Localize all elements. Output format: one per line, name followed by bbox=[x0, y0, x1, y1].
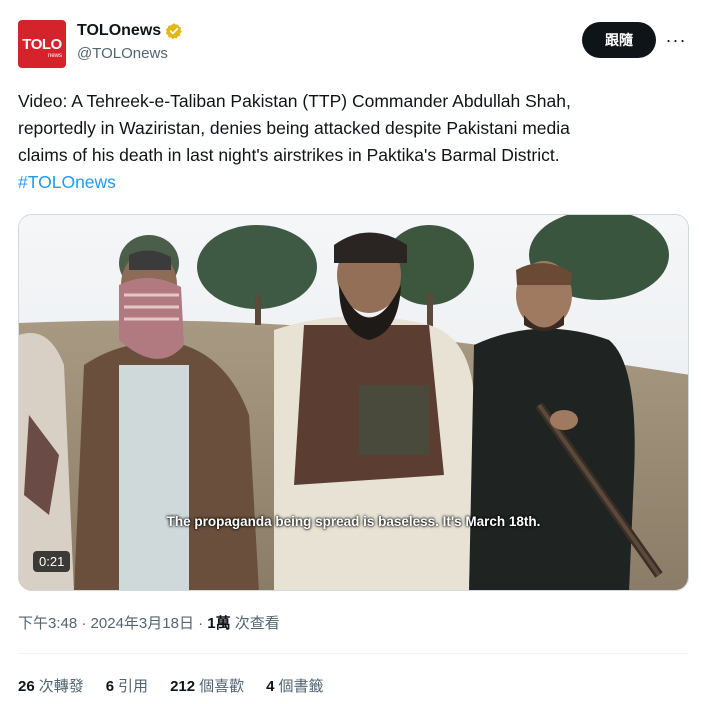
tweet-header: TOLO news TOLOnews @TOLOnews 跟隨 ··· bbox=[18, 20, 688, 70]
more-options-icon[interactable]: ··· bbox=[664, 28, 688, 52]
avatar-logo-subtext: news bbox=[47, 53, 62, 59]
tweet-date[interactable]: 2024年3月18日 bbox=[91, 615, 194, 632]
retweets-stat[interactable]: 26 次轉發 bbox=[18, 675, 84, 696]
tweet-time[interactable]: 下午3:48 bbox=[18, 615, 77, 632]
tweet-meta: 下午3:48 · 2024年3月18日 · 1萬 次查看 bbox=[18, 612, 280, 633]
author-handle[interactable]: @TOLOnews bbox=[77, 45, 183, 62]
quotes-stat[interactable]: 6 引用 bbox=[106, 675, 148, 696]
author-display-name[interactable]: TOLOnews bbox=[77, 22, 161, 40]
follow-button[interactable]: 跟隨 bbox=[582, 22, 656, 58]
video-frame bbox=[19, 215, 688, 590]
bookmarks-count: 4 bbox=[266, 678, 275, 695]
engagement-stats: 26 次轉發 6 引用 212 個喜歡 4 個書籤 bbox=[18, 675, 345, 696]
video-duration-badge: 0:21 bbox=[33, 551, 71, 572]
bookmarks-stat[interactable]: 4 個書籤 bbox=[266, 675, 323, 696]
quotes-count: 6 bbox=[105, 678, 115, 695]
likes-count: 212 bbox=[170, 678, 196, 695]
quotes-label: 引用 bbox=[118, 678, 149, 695]
divider bbox=[18, 653, 688, 654]
views-count: 1萬 bbox=[207, 615, 231, 632]
meta-separator: · bbox=[193, 615, 208, 632]
views-label: 次查看 bbox=[230, 615, 280, 632]
avatar[interactable]: TOLO news bbox=[18, 20, 66, 68]
verified-badge-icon bbox=[165, 22, 183, 40]
retweets-label: 次轉發 bbox=[38, 678, 84, 695]
avatar-logo-text: TOLO bbox=[22, 35, 62, 53]
likes-stat[interactable]: 212 個喜歡 bbox=[170, 675, 244, 696]
video-player[interactable]: The propaganda being spread is baseless.… bbox=[18, 214, 689, 591]
video-caption: The propaganda being spread is baseless.… bbox=[166, 514, 541, 529]
meta-separator: · bbox=[77, 615, 91, 632]
tweet-text-line: claims of his death in last night's airs… bbox=[18, 145, 560, 165]
likes-label: 個喜歡 bbox=[199, 678, 245, 695]
retweets-count: 26 bbox=[18, 678, 35, 695]
hashtag-link[interactable]: #TOLOnews bbox=[18, 169, 686, 196]
author-names: TOLOnews @TOLOnews bbox=[77, 22, 183, 62]
author-display-name-row[interactable]: TOLOnews bbox=[77, 22, 183, 40]
tweet-text-line: reportedly in Waziristan, denies being a… bbox=[18, 118, 570, 138]
tweet-text-line: Video: A Tehreek-e-Taliban Pakistan (TTP… bbox=[18, 91, 571, 111]
bookmarks-label: 個書籤 bbox=[278, 678, 324, 695]
tweet-text: Video: A Tehreek-e-Taliban Pakistan (TTP… bbox=[18, 88, 686, 196]
